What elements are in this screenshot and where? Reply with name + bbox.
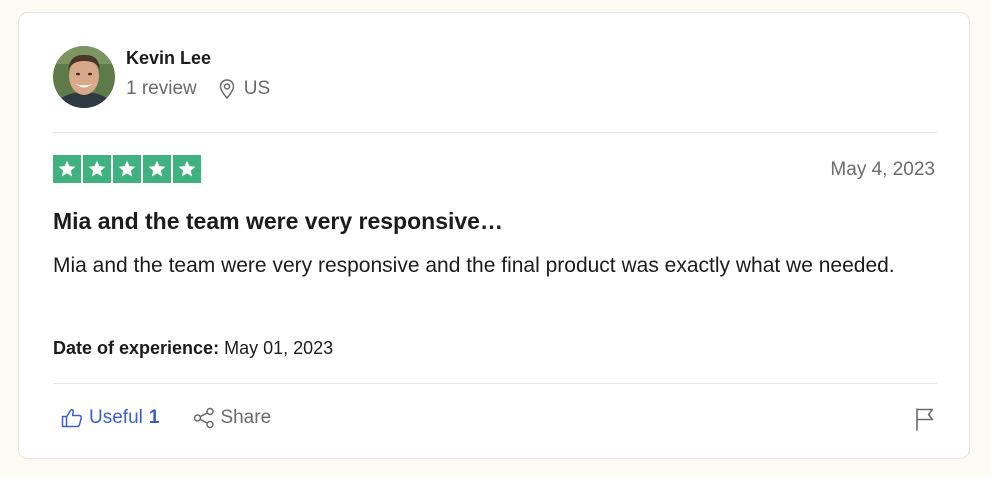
experience-date: May 01, 2023 xyxy=(224,338,334,358)
share-button[interactable]: Share xyxy=(193,407,271,429)
experience-label: Date of experience: xyxy=(53,338,220,358)
useful-button[interactable]: Useful 1 xyxy=(61,407,159,429)
useful-label: Useful xyxy=(89,407,143,428)
review-title[interactable]: Mia and the team were very responsive… xyxy=(53,208,503,235)
review-count: 1 review xyxy=(126,77,197,99)
location-label: US xyxy=(243,77,271,99)
review-body: Mia and the team were very responsive an… xyxy=(53,254,895,277)
reviewer-info: Kevin Lee 1 review US xyxy=(126,47,270,100)
share-label: Share xyxy=(220,407,272,428)
star-icon xyxy=(173,155,201,183)
reviewer-location: US xyxy=(219,78,270,100)
review-date: May 4, 2023 xyxy=(830,159,935,180)
review-card: Kevin Lee 1 review US May 4, 2023 Mia an… xyxy=(18,12,970,459)
divider-bottom xyxy=(53,383,937,384)
star-icon xyxy=(83,155,111,183)
thumbs-up-icon xyxy=(61,408,83,428)
location-pin-icon xyxy=(219,78,235,99)
report-button[interactable] xyxy=(915,407,935,436)
star-icon xyxy=(113,155,141,183)
review-actions: Useful 1 Share xyxy=(61,407,271,429)
date-of-experience: Date of experience: May 01, 2023 xyxy=(53,338,333,359)
reviewer-name[interactable]: Kevin Lee xyxy=(126,47,270,69)
star-rating xyxy=(53,155,201,183)
reviewer-header: Kevin Lee 1 review US xyxy=(53,46,270,108)
share-icon xyxy=(193,407,215,429)
divider-top xyxy=(53,132,937,133)
star-icon xyxy=(53,155,81,183)
flag-icon xyxy=(915,407,935,436)
reviewer-meta: 1 review US xyxy=(126,78,270,100)
star-icon xyxy=(143,155,171,183)
useful-count: 1 xyxy=(148,407,160,428)
avatar[interactable] xyxy=(53,46,115,108)
